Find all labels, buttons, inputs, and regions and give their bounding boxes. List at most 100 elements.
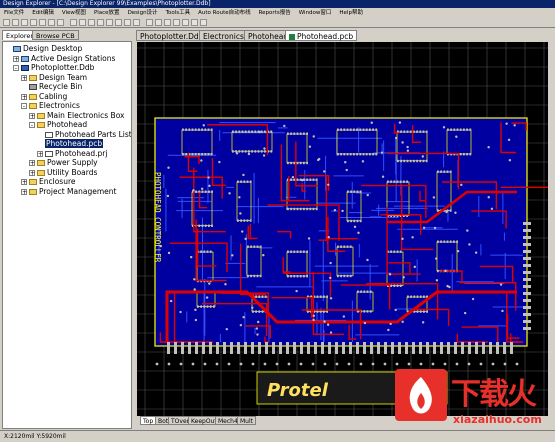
tree-node[interactable]: Design Desktop bbox=[5, 44, 82, 53]
menu-item-8[interactable]: Window窗口 bbox=[295, 8, 336, 18]
tree-node[interactable]: + Power Supply bbox=[29, 158, 98, 167]
via bbox=[256, 320, 260, 324]
mount-hole bbox=[431, 362, 435, 366]
pad bbox=[369, 153, 371, 156]
toolbar-button-icon[interactable] bbox=[88, 19, 95, 26]
expand-icon[interactable]: + bbox=[29, 112, 35, 119]
collapse-icon[interactable]: - bbox=[21, 103, 27, 110]
toolbar-button-icon[interactable] bbox=[106, 19, 113, 26]
mount-hole bbox=[395, 362, 399, 366]
toolbar-button-icon[interactable] bbox=[3, 19, 10, 26]
toolbar-button-icon[interactable] bbox=[146, 19, 153, 26]
tree-node-label: Photohead bbox=[47, 120, 88, 129]
toolbar-button-icon[interactable] bbox=[79, 19, 86, 26]
toolbar-button-icon[interactable] bbox=[30, 19, 37, 26]
expand-icon[interactable]: + bbox=[13, 55, 19, 62]
tree-node[interactable]: + Utility Boards bbox=[29, 168, 97, 177]
tree-node[interactable]: Photohead.pcb bbox=[37, 139, 104, 148]
toolbar-button-icon[interactable] bbox=[48, 19, 55, 26]
toolbar-button-icon[interactable] bbox=[70, 19, 77, 26]
pad bbox=[198, 224, 201, 227]
toolbar-button-icon[interactable] bbox=[21, 19, 28, 26]
expand-icon[interactable]: + bbox=[21, 93, 27, 100]
pad bbox=[356, 153, 358, 156]
tree-node[interactable]: - Photohead bbox=[29, 120, 87, 129]
menu-item-2[interactable]: View视图 bbox=[58, 8, 90, 18]
pad bbox=[287, 161, 289, 165]
pad bbox=[201, 190, 204, 193]
tab-photoplotter-ddb[interactable]: Photoplotter.Ddb bbox=[136, 30, 208, 41]
toolbar-button-icon[interactable] bbox=[173, 19, 180, 26]
menu-item-3[interactable]: Place放置 bbox=[90, 8, 124, 18]
layer-tab-mult[interactable]: Mult bbox=[237, 416, 256, 425]
toolbar-button-icon[interactable] bbox=[124, 19, 131, 26]
tree-node[interactable]: + Design Team bbox=[21, 73, 87, 82]
tree-node[interactable]: + Active Design Stations bbox=[13, 54, 115, 63]
toolbar-button-icon[interactable] bbox=[133, 19, 140, 26]
pad bbox=[251, 130, 253, 133]
toolbar-button-icon[interactable] bbox=[191, 19, 198, 26]
menu-item-0[interactable]: File文件 bbox=[0, 8, 28, 18]
pad bbox=[188, 128, 191, 131]
tree-node[interactable]: Photohead Parts List bbox=[37, 130, 131, 139]
collapse-icon[interactable]: - bbox=[13, 65, 19, 72]
pad bbox=[399, 284, 402, 287]
collapse-icon[interactable]: - bbox=[29, 122, 35, 129]
connector-pin bbox=[523, 285, 531, 288]
pad bbox=[419, 159, 422, 163]
toolbar-button-icon[interactable] bbox=[155, 19, 162, 26]
connector-pin bbox=[328, 342, 331, 354]
tree-node[interactable]: - Electronics bbox=[21, 101, 80, 110]
toolbar-button-icon[interactable] bbox=[57, 19, 64, 26]
layer-tab-top[interactable]: Top bbox=[140, 416, 157, 425]
tab-photohead-pcb[interactable]: Photohead.pcb bbox=[285, 30, 358, 41]
mount-hole bbox=[383, 362, 387, 366]
pad bbox=[400, 159, 402, 163]
tree-node[interactable]: - Photoplotter.Ddb bbox=[13, 63, 94, 72]
tree-node[interactable]: + Main Electronics Box bbox=[29, 111, 125, 120]
via bbox=[225, 327, 229, 331]
toolbar-button-icon[interactable] bbox=[200, 19, 207, 26]
toolbar-button-icon[interactable] bbox=[39, 19, 46, 26]
folder-icon bbox=[29, 93, 37, 100]
tree-node[interactable]: + Project Management bbox=[21, 187, 116, 196]
via bbox=[241, 230, 244, 233]
toolbar-button-icon[interactable] bbox=[115, 19, 122, 26]
tab-electronics[interactable]: Electronics bbox=[199, 30, 248, 41]
pad bbox=[203, 305, 206, 308]
tree-node[interactable]: + Photohead.prj bbox=[37, 149, 107, 158]
via bbox=[487, 196, 490, 199]
menu-item-5[interactable]: Tools工具 bbox=[162, 8, 195, 18]
pad bbox=[198, 190, 201, 193]
menu-item-9[interactable]: Help帮助 bbox=[335, 8, 367, 18]
toolbar-button-icon[interactable] bbox=[164, 19, 171, 26]
menu-item-1[interactable]: Edit编辑 bbox=[28, 8, 58, 18]
expand-icon[interactable]: + bbox=[37, 150, 43, 157]
menu-item-4[interactable]: Design设计 bbox=[124, 8, 162, 18]
tree-node-label: Enclosure bbox=[39, 177, 76, 186]
pad bbox=[346, 274, 349, 278]
menu-item-7[interactable]: Reports报告 bbox=[255, 8, 295, 18]
tab-browse-pcb[interactable]: Browse PCB bbox=[32, 30, 79, 40]
pad bbox=[315, 207, 318, 211]
tree-node[interactable]: + Cabling bbox=[21, 92, 67, 101]
toolbar-button-icon[interactable] bbox=[12, 19, 19, 26]
tab-photohead-pcb-label: Photohead.pcb bbox=[297, 32, 354, 41]
tree-node-label: Active Design Stations bbox=[31, 53, 116, 63]
connector-pin bbox=[181, 342, 184, 354]
toolbar-button-icon[interactable] bbox=[97, 19, 104, 26]
tree-node[interactable]: Recycle Bin bbox=[21, 82, 82, 91]
toolbar-button-icon[interactable] bbox=[182, 19, 189, 26]
expand-icon[interactable]: + bbox=[21, 74, 27, 81]
pad bbox=[191, 153, 194, 156]
via bbox=[312, 314, 316, 317]
connector-pin bbox=[523, 313, 531, 316]
expand-icon[interactable]: + bbox=[21, 188, 27, 195]
pcb-canvas[interactable]: PHOTOHEAD CONTROLLER Protel bbox=[137, 42, 548, 416]
tree-node[interactable]: + Enclosure bbox=[21, 177, 75, 186]
expand-icon[interactable]: + bbox=[21, 179, 27, 186]
expand-icon[interactable]: + bbox=[29, 169, 35, 176]
expand-icon[interactable]: + bbox=[29, 160, 35, 167]
menu-item-6[interactable]: Auto Route自动布线 bbox=[194, 8, 254, 18]
pad bbox=[343, 128, 346, 131]
